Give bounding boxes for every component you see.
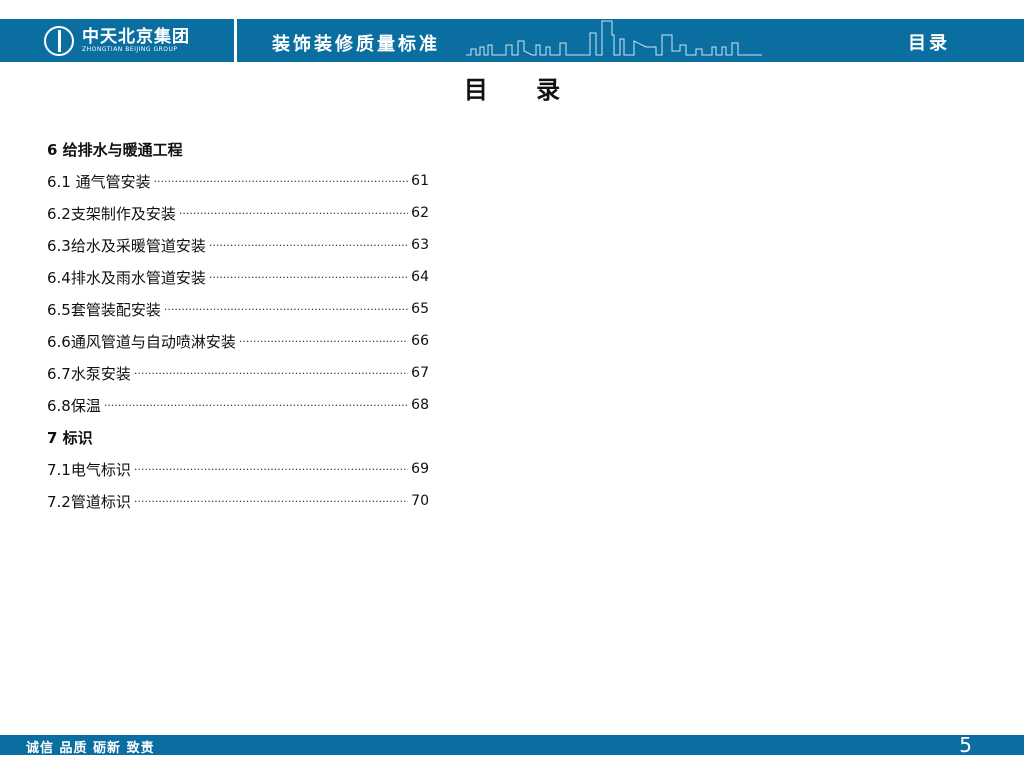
toc-leader — [239, 335, 408, 348]
toc-leader — [104, 399, 408, 412]
toc-entry[interactable]: 7.2管道标识 70 — [47, 485, 429, 517]
toc-label: 6.6通风管道与自动喷淋安装 — [47, 332, 236, 351]
toc-page: 64 — [411, 269, 429, 285]
toc-leader — [154, 175, 409, 188]
toc-page: 61 — [411, 173, 429, 189]
toc-label: 6.7水泵安装 — [47, 364, 131, 383]
logo-cn: 中天北京集团 — [82, 27, 190, 47]
toc-leader — [134, 495, 408, 508]
toc-leader — [164, 303, 408, 316]
header-bar: 中天北京集团 ZHONGTIAN BEIJING GROUP 装饰装修质量标准 … — [0, 19, 1024, 62]
toc-page: 68 — [411, 397, 429, 413]
toc-entry[interactable]: 6.1 通气管安装 61 — [47, 165, 429, 197]
skyline-icon — [466, 20, 762, 56]
toc-page: 62 — [411, 205, 429, 221]
toc-label: 6.5套管装配安装 — [47, 300, 161, 319]
toc-page: 70 — [411, 493, 429, 509]
page-number: 5 — [959, 733, 972, 757]
toc-entry[interactable]: 6.5套管装配安装 65 — [47, 293, 429, 325]
toc-page: 67 — [411, 365, 429, 381]
toc-chapter[interactable]: 6 给排水与暖通工程 — [47, 133, 429, 165]
toc-entry[interactable]: 6.2支架制作及安装 62 — [47, 197, 429, 229]
toc-label: 6.8保温 — [47, 396, 101, 415]
toc-label: 6.1 通气管安装 — [47, 172, 151, 191]
logo-en: ZHONGTIAN BEIJING GROUP — [82, 46, 178, 53]
toc-entry[interactable]: 7.1电气标识 69 — [47, 453, 429, 485]
toc-entry[interactable]: 6.7水泵安装 67 — [47, 357, 429, 389]
toc-leader — [134, 463, 408, 476]
toc-entry[interactable]: 6.8保温 68 — [47, 389, 429, 421]
toc-label: 6.2支架制作及安装 — [47, 204, 176, 223]
toc-leader — [134, 367, 408, 380]
toc-page: 66 — [411, 333, 429, 349]
toc-page: 69 — [411, 461, 429, 477]
logo-icon — [44, 25, 74, 56]
toc-label: 6.3给水及采暖管道安装 — [47, 236, 206, 255]
company-logo: 中天北京集团 ZHONGTIAN BEIJING GROUP — [0, 19, 234, 62]
toc-chapter[interactable]: 7 标识 — [47, 421, 429, 453]
table-of-contents: 6 给排水与暖通工程 6.1 通气管安装 61 6.2支架制作及安装 62 6.3给水及采… — [47, 133, 429, 517]
toc-label: 6 给排水与暖通工程 — [47, 140, 183, 159]
header-divider — [234, 19, 237, 62]
toc-entry[interactable]: 6.3给水及采暖管道安装 63 — [47, 229, 429, 261]
toc-leader — [209, 239, 408, 252]
footer-bar: 诚信 品质 砺新 致责 5 — [0, 733, 1024, 757]
toc-page: 63 — [411, 237, 429, 253]
toc-leader — [179, 207, 408, 220]
toc-entry[interactable]: 6.4排水及雨水管道安装 64 — [47, 261, 429, 293]
toc-page: 65 — [411, 301, 429, 317]
page-title: 目 录 — [463, 76, 561, 104]
toc-label: 7.1电气标识 — [47, 460, 131, 479]
toc-label: 6.4排水及雨水管道安装 — [47, 268, 206, 287]
doc-title: 装饰装修质量标准 — [272, 34, 440, 55]
footer-motto: 诚信 品质 砺新 致责 — [26, 741, 155, 756]
section-label: 目录 — [908, 33, 950, 54]
toc-entry[interactable]: 6.6通风管道与自动喷淋安装 66 — [47, 325, 429, 357]
toc-label: 7 标识 — [47, 428, 93, 447]
toc-label: 7.2管道标识 — [47, 492, 131, 511]
toc-leader — [209, 271, 408, 284]
